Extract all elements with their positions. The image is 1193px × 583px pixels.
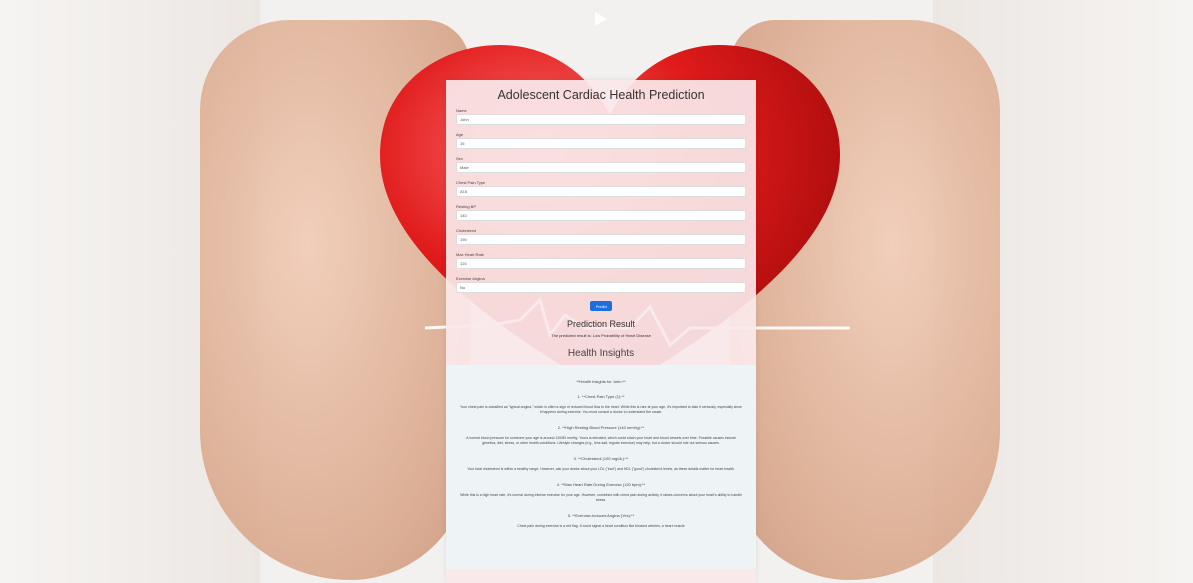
- insight-heading: 2. **High Resting Blood Pressure (140 mm…: [557, 425, 645, 430]
- sex-select[interactable]: Male: [456, 162, 746, 173]
- insight-heading: 1. **Chest Pain Type (1):**: [577, 394, 625, 399]
- field-name: Name John: [446, 108, 756, 125]
- insight-text: A normal blood pressure for someone your…: [466, 436, 736, 445]
- field-max-heart-rate: Max Heart Rate 120: [446, 252, 756, 269]
- insight-text: Your chest pain is classified as "typica…: [460, 405, 742, 414]
- max-heart-rate-input[interactable]: 120: [456, 258, 746, 269]
- age-input[interactable]: 15: [456, 138, 746, 149]
- field-exercise-angina: Exercise Angina No: [446, 276, 756, 293]
- result-title: Prediction Result: [566, 319, 636, 329]
- exercise-angina-select[interactable]: No: [456, 282, 746, 293]
- page-title: Adolescent Cardiac Health Prediction: [497, 88, 705, 102]
- name-input[interactable]: John: [456, 114, 746, 125]
- prediction-form-panel: Adolescent Cardiac Health Prediction Nam…: [446, 80, 756, 583]
- field-cholesterol: Cholesterol 190: [446, 228, 756, 245]
- insights-intro: **Health Insights for John:**: [576, 379, 626, 384]
- insights-title: Health Insights: [567, 348, 635, 359]
- result-text: The predicted result is: Low Probability…: [551, 333, 651, 338]
- insights-box: **Health Insights for John:** 1. **Chest…: [446, 365, 756, 569]
- predict-button[interactable]: Predict: [590, 301, 612, 311]
- chest-pain-type-select[interactable]: ATA: [456, 186, 746, 197]
- cholesterol-input[interactable]: 190: [456, 234, 746, 245]
- field-age: Age 15: [446, 132, 756, 149]
- field-resting-bp: Resting BP 140: [446, 204, 756, 221]
- insight-heading: 4. **Max Heart Rate During Exercise (120…: [556, 482, 646, 487]
- insight-text: Your total cholesterol is within a healt…: [467, 467, 735, 471]
- field-sex: Sex Male: [446, 156, 756, 173]
- insight-heading: 3. **Cholesterol (190 mg/dL):**: [573, 456, 629, 461]
- resting-bp-input[interactable]: 140: [456, 210, 746, 221]
- play-icon: [595, 12, 607, 26]
- insight-text: Chest pain during exercise is a red flag…: [517, 524, 685, 528]
- field-chest-pain-type: Chest Pain Type ATA: [446, 180, 756, 197]
- insight-text: While this is a high heart rate, it's no…: [460, 493, 742, 502]
- insight-heading: 5. **Exercise-Induced Angina (Yes):**: [567, 513, 635, 518]
